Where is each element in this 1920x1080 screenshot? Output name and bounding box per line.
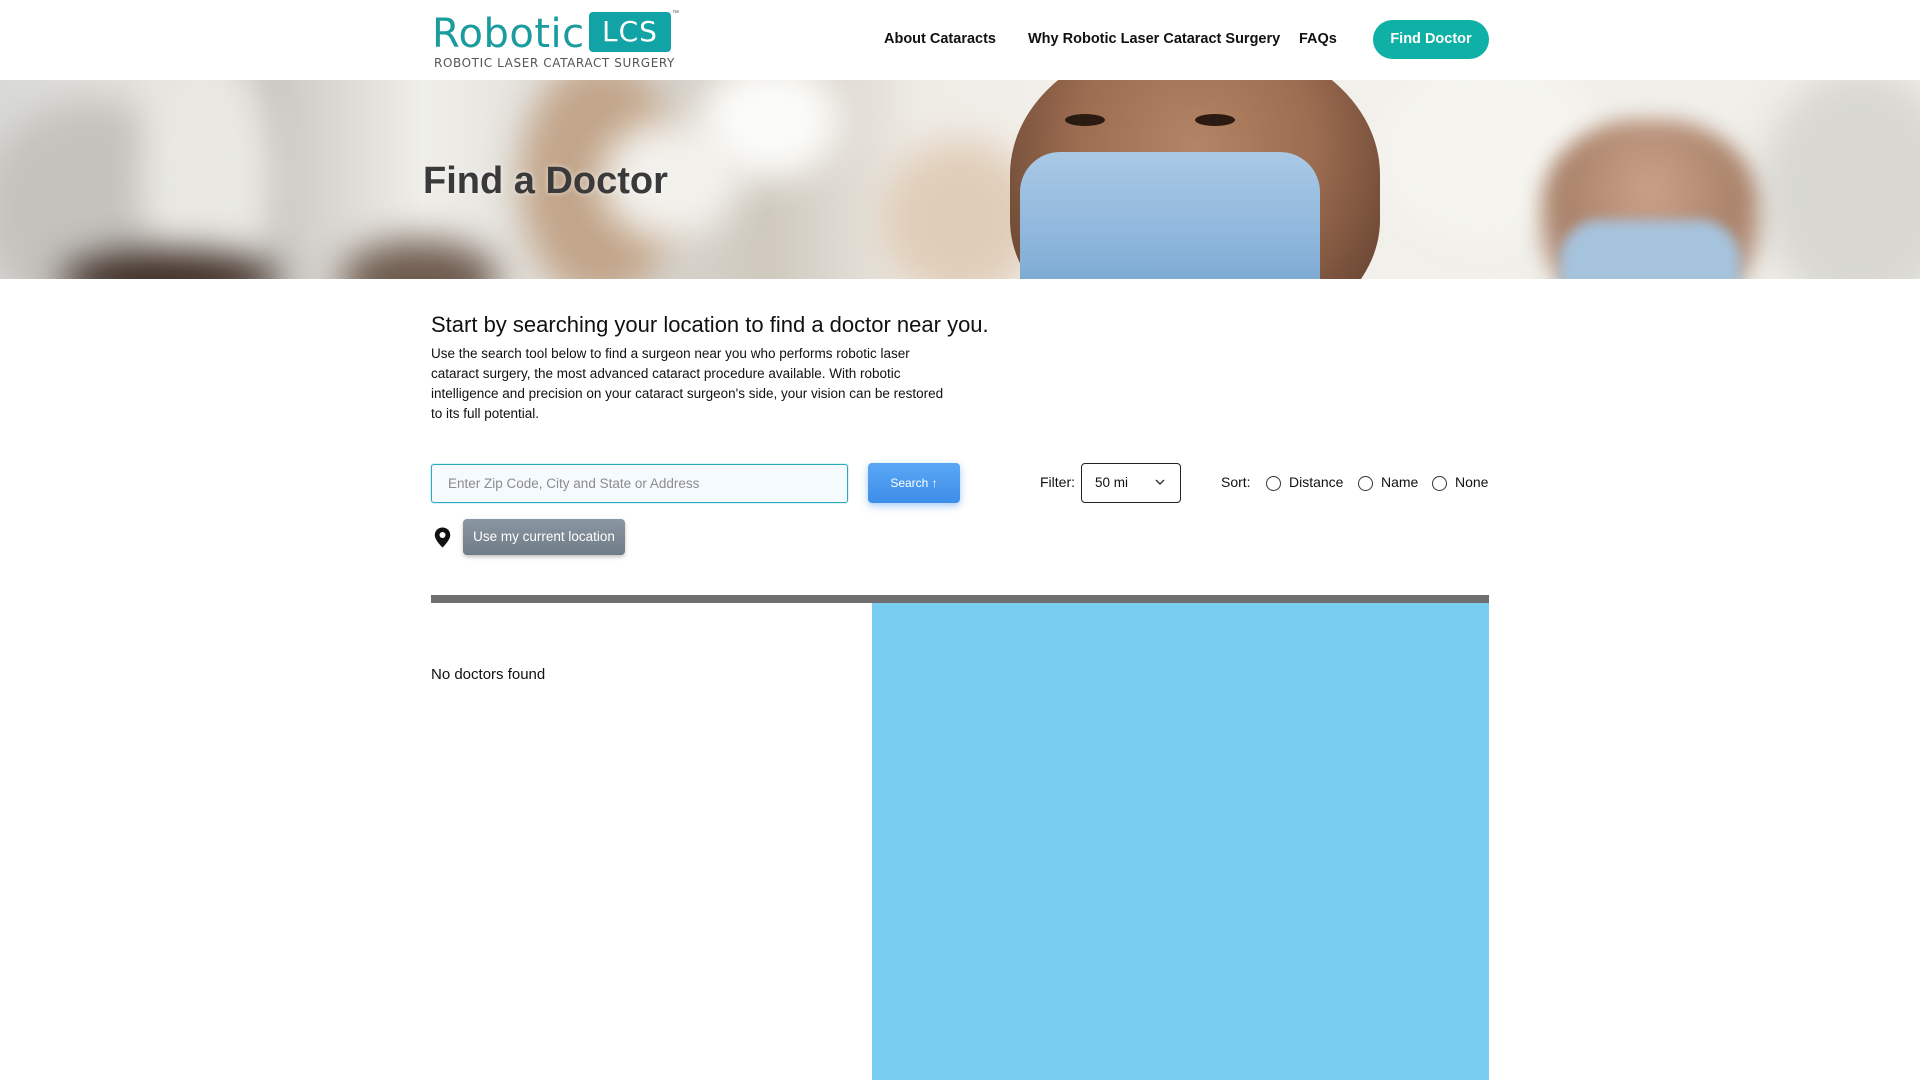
location-search-input[interactable] (431, 464, 848, 503)
sort-none-radio[interactable] (1432, 476, 1447, 491)
results-map[interactable] (872, 603, 1489, 1080)
logo-word: Robotic (432, 11, 585, 57)
nav-why-robotic[interactable]: Why Robotic Laser Cataract Surgery (1028, 31, 1280, 47)
nav-about-cataracts[interactable]: About Cataracts (884, 31, 996, 47)
site-logo[interactable]: Robotic LCS ™ ROBOTIC LASER CATARACT SUR… (432, 10, 682, 72)
empty-results-message: No doctors found (431, 666, 546, 683)
hero-banner: Find a Doctor (0, 80, 1920, 279)
sort-name-label[interactable]: Name (1381, 474, 1418, 490)
sort-label: Sort: (1221, 474, 1251, 490)
logo-trademark: ™ (672, 10, 679, 17)
logo-subtitle: ROBOTIC LASER CATARACT SURGERY (434, 56, 675, 70)
map-pin-icon (434, 527, 451, 548)
site-header: Robotic LCS ™ ROBOTIC LASER CATARACT SUR… (0, 0, 1920, 80)
search-button[interactable]: Search ↑ (868, 463, 960, 503)
use-current-location-button[interactable]: Use my current location (463, 519, 625, 555)
eye-right (1195, 114, 1235, 126)
nav-faqs[interactable]: FAQs (1299, 31, 1337, 47)
sort-distance-label[interactable]: Distance (1289, 474, 1343, 490)
intro-text: Use the search tool below to find a surg… (431, 346, 944, 421)
intro-heading: Start by searching your location to find… (431, 312, 989, 337)
distance-filter-select[interactable]: 50 mi (1081, 463, 1181, 503)
background-mask (1560, 220, 1740, 279)
filter-selected-value: 50 mi (1095, 475, 1129, 490)
filter-label: Filter: (1040, 474, 1075, 490)
logo-box: LCS (589, 12, 671, 52)
page-title: Find a Doctor (423, 160, 668, 202)
surgical-mask (1020, 152, 1320, 279)
sort-name-radio[interactable] (1358, 476, 1373, 491)
sort-distance-radio[interactable] (1266, 476, 1281, 491)
chevron-down-icon (1155, 479, 1165, 485)
find-doctor-button[interactable]: Find Doctor (1373, 20, 1489, 59)
sort-none-label[interactable]: None (1455, 474, 1488, 490)
eye-left (1065, 114, 1105, 126)
results-divider (431, 595, 1489, 603)
